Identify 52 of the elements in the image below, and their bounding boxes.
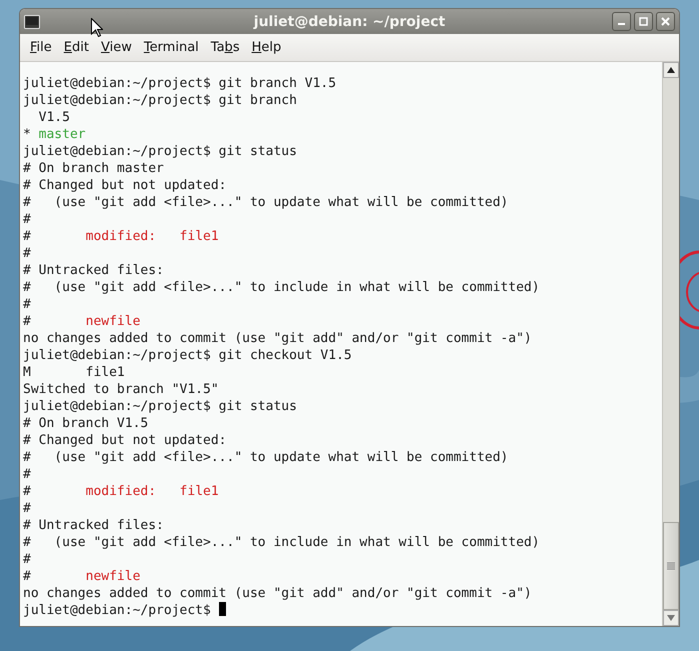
menu-item[interactable]: View — [94, 37, 138, 58]
terminal-icon — [24, 14, 40, 28]
maximize-icon — [639, 17, 648, 26]
scroll-down-button[interactable] — [663, 610, 679, 626]
terminal-line: juliet@debian:~/project$ git status — [23, 398, 297, 415]
terminal-line: V1.5 — [38, 109, 70, 126]
menu-item[interactable]: Terminal — [138, 37, 205, 58]
terminal-line: # (use "git add <file>..." to include in what will be committed) — [23, 534, 540, 551]
terminal-line: Switched to branch "V1.5" — [23, 381, 219, 398]
menu-item[interactable]: Edit — [58, 37, 95, 58]
maximize-button[interactable] — [634, 12, 653, 31]
terminal-line: # — [23, 500, 31, 517]
terminal-line: # Untracked files: — [23, 517, 164, 534]
minimize-button[interactable] — [612, 12, 631, 31]
window-title: juliet@debian: ~/project — [254, 14, 446, 30]
terminal-line: # — [23, 211, 31, 228]
scrollbar-thumb[interactable] — [663, 522, 679, 610]
close-icon — [661, 17, 670, 26]
terminal-line: no changes added to commit (use "git add" and/or "git commit -a") — [23, 585, 532, 602]
terminal-line: # — [23, 296, 31, 313]
terminal-line: juliet@debian:~/project$ git status — [23, 143, 297, 160]
terminal-line: juliet@debian:~/project$ git branch — [23, 92, 297, 109]
terminal-line: # — [23, 245, 31, 262]
menu-item[interactable]: File — [24, 37, 58, 58]
terminal-line: # (use "git add <file>..." to update what will be committed) — [23, 449, 508, 466]
terminal-line: # — [23, 466, 31, 483]
terminal-line: no changes added to commit (use "git add" and/or "git commit -a") — [23, 330, 532, 347]
terminal-line: juliet@debian:~/project$ git branch V1.5 — [23, 75, 336, 92]
terminal-line: # newfile — [23, 313, 140, 330]
up-arrow-icon — [667, 67, 675, 73]
terminal-line: # — [23, 551, 31, 568]
mouse-pointer-icon — [91, 18, 103, 37]
terminal-line: juliet@debian:~/project$ git checkout V1.5 — [23, 347, 352, 364]
down-arrow-icon — [667, 615, 675, 621]
terminal-line: # On branch V1.5 — [23, 415, 148, 432]
terminal-line: # modified: file1 — [23, 483, 219, 500]
terminal-line: # Changed but not updated: — [23, 177, 226, 194]
terminal-line: # (use "git add <file>..." to update what will be committed) — [23, 194, 508, 211]
terminal-line: # Changed but not updated: — [23, 432, 226, 449]
terminal-line: juliet@debian:~/project$ — [23, 602, 226, 619]
terminal-line: # modified: file1 — [23, 228, 219, 245]
terminal-line: * master — [23, 126, 86, 143]
terminal-line: # (use "git add <file>..." to include in what will be committed) — [23, 279, 540, 296]
menu-item[interactable]: Tabs — [204, 37, 246, 58]
close-button[interactable] — [656, 12, 675, 31]
grip-icon — [667, 562, 675, 570]
menu-item[interactable]: Help — [246, 37, 288, 58]
terminal-line: # Untracked files: — [23, 262, 164, 279]
terminal-line: # On branch master — [23, 160, 164, 177]
terminal-line: M file1 — [23, 364, 125, 381]
terminal-line: # newfile — [23, 568, 140, 585]
scroll-up-button[interactable] — [663, 62, 679, 78]
